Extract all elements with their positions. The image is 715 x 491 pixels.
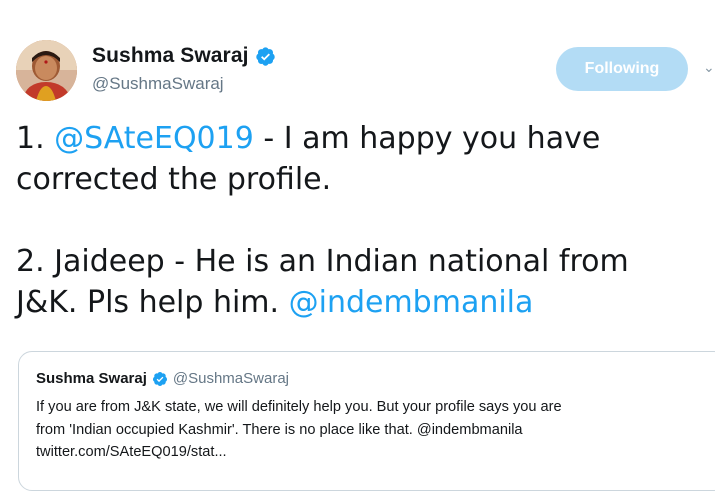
author-block: Sushma Swaraj @SushmaSwaraj (92, 44, 276, 94)
tweet-text: 1. @SAteEQ019 - I am happy you have corr… (16, 118, 706, 323)
verified-badge-icon (152, 371, 168, 387)
quoted-line-2: from 'Indian occupied Kashmir'. There is… (36, 421, 523, 438)
tweet-line-4: J&K. Pls help him. @indembmanila (16, 282, 706, 323)
tweet-line-2: corrected the profile. (16, 162, 332, 197)
tweet-line-1-rest: - I am happy you have (253, 121, 601, 156)
tweet-line-3: 2. Jaideep - He is an Indian national fr… (16, 244, 629, 279)
quoted-author-name: Sushma Swaraj (36, 370, 147, 387)
quoted-tweet[interactable]: Sushma Swaraj @SushmaSwaraj If you are f… (18, 351, 715, 491)
quoted-tweet-header: Sushma Swaraj @SushmaSwaraj (36, 370, 289, 387)
chevron-down-icon[interactable]: ⌄ (703, 60, 715, 74)
avatar[interactable] (16, 40, 77, 101)
author-handle[interactable]: @SushmaSwaraj (92, 74, 276, 94)
quoted-tweet-text: If you are from J&K state, we will defin… (36, 396, 706, 464)
tweet-line-4-text: J&K. Pls help him. (16, 285, 289, 320)
author-name-row: Sushma Swaraj (92, 44, 276, 68)
following-button[interactable]: Following (556, 47, 688, 91)
profile-photo-icon (16, 40, 77, 101)
mention-link[interactable]: @indembmanila (289, 285, 534, 320)
tweet-line-1: 1. @SAteEQ019 - I am happy you have (16, 118, 706, 159)
verified-badge-icon (255, 46, 276, 67)
quoted-line-1: If you are from J&K state, we will defin… (36, 399, 562, 415)
tweet-line-1-prefix: 1. (16, 121, 55, 156)
quoted-author-handle: @SushmaSwaraj (172, 370, 289, 387)
quoted-line-3: twitter.com/SAteEQ019/stat... (36, 444, 227, 460)
tweet-card: Sushma Swaraj @SushmaSwaraj Following ⌄ … (0, 0, 715, 491)
mention-link[interactable]: @SAteEQ019 (54, 121, 254, 156)
author-display-name[interactable]: Sushma Swaraj (92, 44, 249, 68)
